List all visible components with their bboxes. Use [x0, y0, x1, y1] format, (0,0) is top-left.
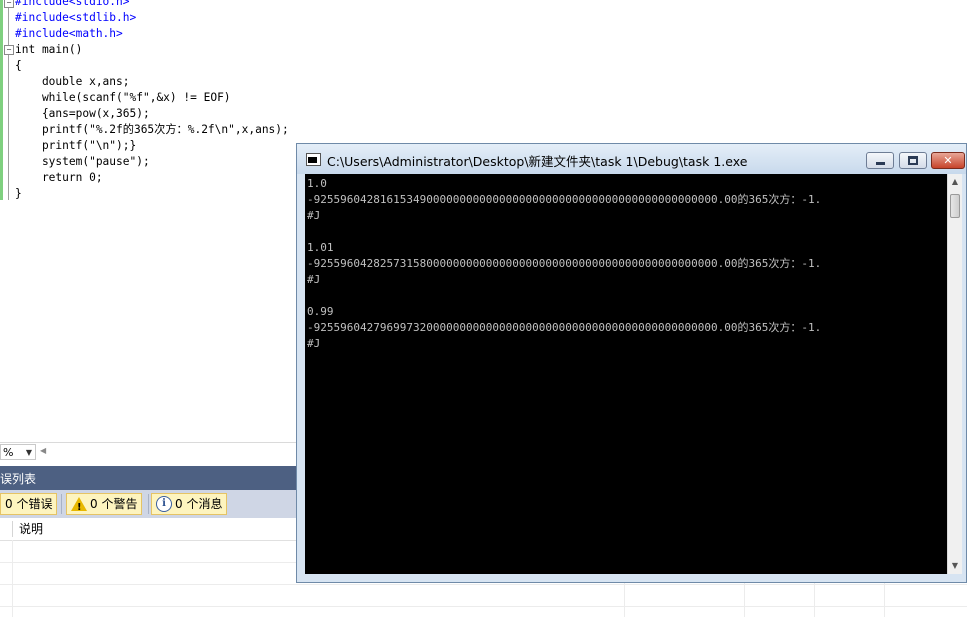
code-line: #include<stdlib.h> [15, 10, 289, 26]
code-text: printf("%.2f的365次方：%.2f\n",x,ans); [15, 123, 289, 136]
code-text: printf("\n");} [15, 139, 137, 152]
code-text: return 0; [15, 171, 103, 184]
console-line: 0.99 [307, 305, 334, 318]
code-text: #include<stdio.h> [15, 0, 130, 8]
grid-col-line [12, 540, 13, 617]
code-area[interactable]: #include<stdio.h> #include<stdlib.h> #in… [15, 0, 289, 202]
close-button[interactable] [931, 152, 965, 169]
chevron-down-icon: ▼ [25, 448, 32, 457]
scroll-up-icon[interactable]: ▲ [948, 174, 962, 190]
code-text: int main() [15, 43, 83, 56]
toolbar-divider [148, 494, 149, 514]
console-line: #J [307, 209, 321, 222]
error-list-title: 误列表 [0, 466, 296, 490]
code-line: while(scanf("%f",&x) != EOF) [15, 90, 289, 106]
console-line: #J [307, 273, 321, 286]
column-divider[interactable] [12, 521, 13, 537]
console-line: 1.01 [307, 241, 334, 254]
code-text: { [15, 59, 22, 72]
code-line: } [15, 186, 289, 202]
code-line: double x,ans; [15, 74, 289, 90]
errors-label: 0 个错误 [5, 497, 53, 511]
zoom-dropdown[interactable]: % ▼ [0, 444, 36, 460]
editor-zoom-bar: % ▼ ◀ [0, 442, 296, 461]
code-line: #include<math.h> [15, 26, 289, 42]
maximize-button[interactable] [899, 152, 927, 169]
code-line: #include<stdio.h> [15, 0, 289, 10]
console-line: -925596042825731580000000000000000000000… [307, 257, 822, 270]
minimize-button[interactable] [866, 152, 894, 169]
console-output[interactable]: 1.0 -92559604281615349000000000000000000… [305, 174, 947, 574]
description-column[interactable]: 说明 [19, 518, 43, 540]
grid-row-line [0, 606, 967, 607]
warnings-filter-button[interactable]: 0 个警告 [66, 493, 143, 518]
collapse-icon[interactable]: − [4, 45, 14, 55]
zoom-value: % [3, 446, 14, 459]
grid-row-line [0, 584, 967, 585]
messages-filter-button[interactable]: i0 个消息 [151, 493, 228, 515]
toolbar-divider [61, 494, 62, 514]
console-line: -925596042796997320000000000000000000000… [307, 321, 822, 334]
console-titlebar[interactable]: C:\Users\Administrator\Desktop\新建文件夹\tas… [297, 144, 966, 174]
code-text: #include<stdlib.h> [15, 11, 137, 24]
info-icon: i [156, 495, 172, 512]
messages-label: 0 个消息 [175, 497, 223, 511]
code-line: return 0; [15, 170, 289, 186]
scroll-left-icon[interactable]: ◀ [40, 446, 46, 455]
code-line: printf("%.2f的365次方：%.2f\n",x,ans); [15, 122, 289, 138]
change-indicator-bar [0, 0, 3, 200]
console-app-icon[interactable] [306, 153, 321, 166]
code-line: { [15, 58, 289, 74]
code-line: int main() [15, 42, 289, 58]
console-line: 1.0 [307, 177, 327, 190]
collapse-icon[interactable]: − [4, 0, 14, 8]
code-text: #include<math.h> [15, 27, 123, 40]
warning-icon [71, 496, 87, 518]
console-line: -925596042816153490000000000000000000000… [307, 193, 822, 206]
scroll-down-icon[interactable]: ▼ [948, 558, 962, 574]
error-list-column-header[interactable]: 说明 [0, 518, 296, 541]
code-text: system("pause"); [15, 155, 150, 168]
code-text: while(scanf("%f",&x) != EOF) [15, 91, 231, 104]
code-text: {ans=pow(x,365); [15, 107, 150, 120]
console-title: C:\Users\Administrator\Desktop\新建文件夹\tas… [327, 154, 748, 169]
error-list-toolbar: 0 个错误 0 个警告 i0 个消息 [0, 490, 296, 518]
scroll-thumb[interactable] [950, 194, 960, 218]
outline-guide [8, 0, 9, 200]
console-line: #J [307, 337, 321, 350]
warnings-label: 0 个警告 [90, 497, 138, 511]
code-text: double x,ans; [15, 75, 130, 88]
code-text: } [15, 187, 22, 200]
console-window[interactable]: C:\Users\Administrator\Desktop\新建文件夹\tas… [296, 143, 967, 583]
console-scrollbar[interactable]: ▲ ▼ [947, 174, 962, 574]
code-line: printf("\n");} [15, 138, 289, 154]
errors-filter-button[interactable]: 0 个错误 [0, 493, 58, 515]
code-line: {ans=pow(x,365); [15, 106, 289, 122]
code-line: system("pause"); [15, 154, 289, 170]
